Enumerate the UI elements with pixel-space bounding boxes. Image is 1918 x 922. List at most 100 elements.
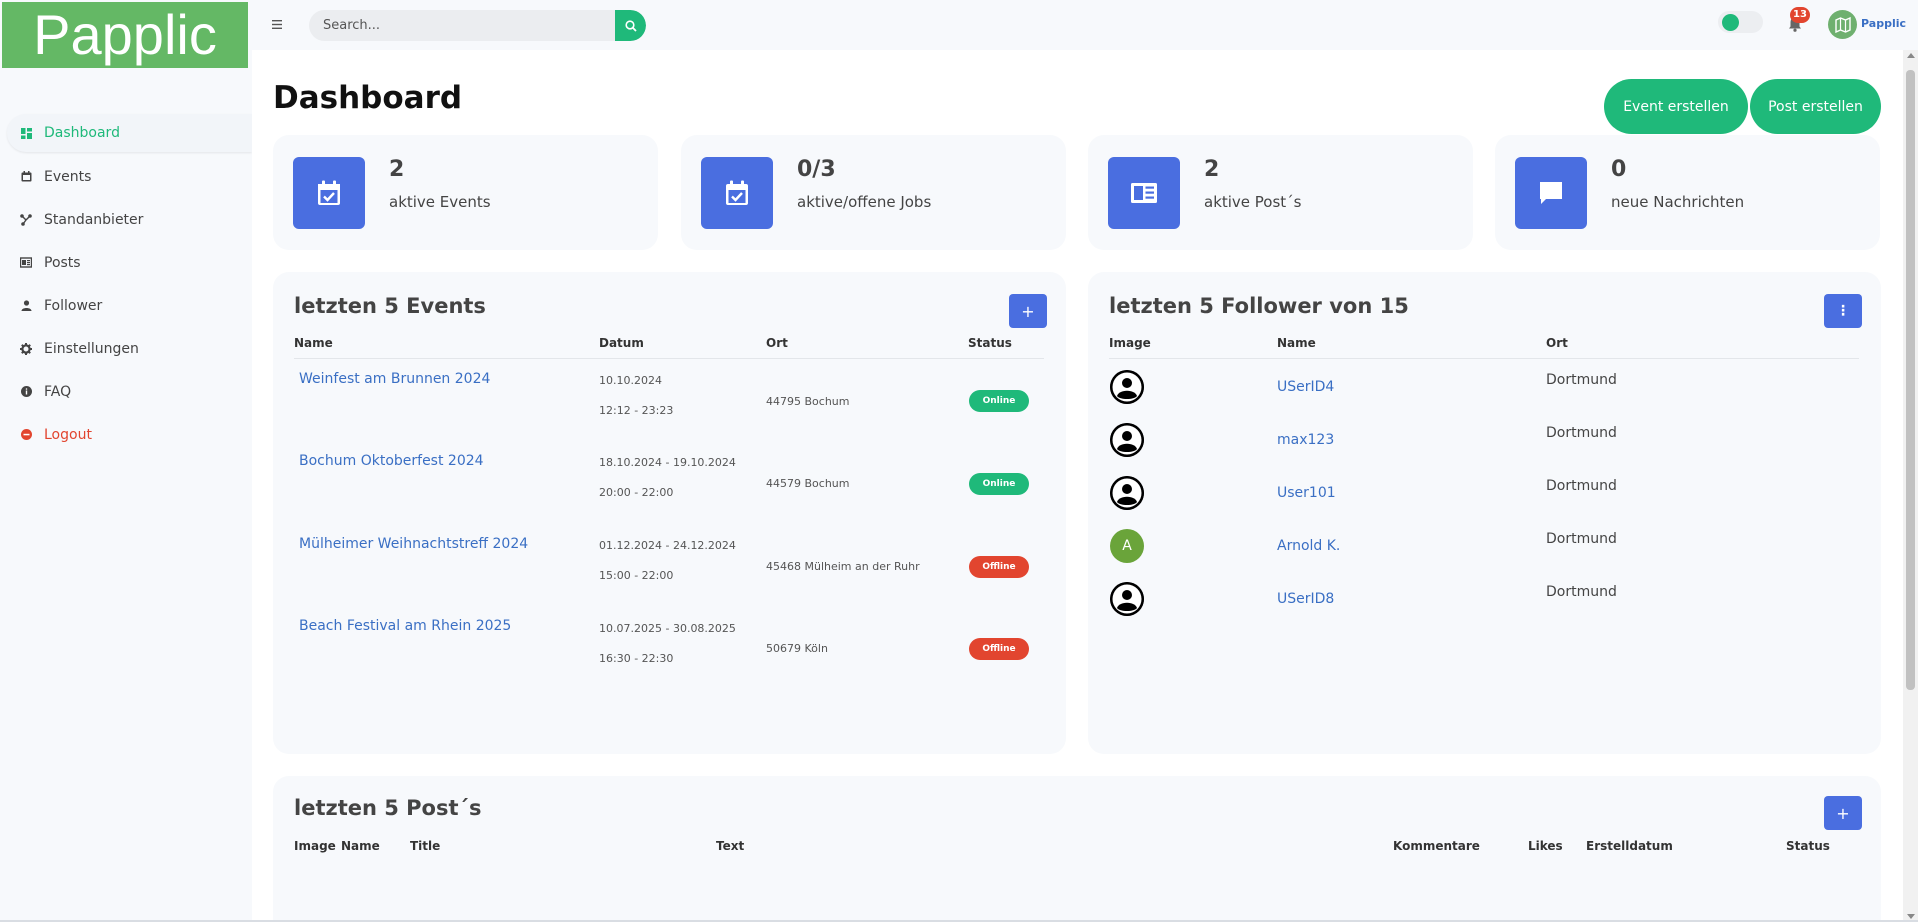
sidebar-item-follower[interactable]: Follower [0,284,252,327]
follower-ort: Dortmund [1546,584,1617,600]
event-ort: 50679 Köln [766,642,828,655]
event-date: 01.12.2024 - 24.12.2024 [599,539,736,552]
status-badge: Offline [969,638,1029,660]
default-user-icon [1110,423,1144,457]
add-post-button[interactable]: + [1824,796,1862,830]
menu-toggle-button[interactable] [272,14,282,33]
follower-ort: Dortmund [1546,531,1617,547]
default-user-icon [1110,370,1144,404]
stat-label: aktive Events [389,193,491,211]
sidebar-item-einstellungen[interactable]: Einstellungen [0,327,252,370]
scroll-up-arrow-icon[interactable] [1907,53,1915,58]
avatar: A [1110,529,1144,563]
create-post-button[interactable]: Post erstellen [1750,79,1881,134]
sidebar-item-label: FAQ [44,383,72,400]
toggle-knob [1722,14,1739,31]
add-event-button[interactable]: + [1009,294,1047,328]
sidebar-item-standanbieter[interactable]: Standanbieter [0,198,252,241]
page-scrollbar[interactable] [1903,50,1918,922]
panel-title: letzten 5 Post´s [294,796,482,820]
event-ort: 45468 Mülheim an der Ruhr [766,560,920,573]
search-bar [309,10,646,41]
event-time: 16:30 - 22:30 [599,652,674,665]
follower-name-link[interactable]: USerID4 [1277,379,1334,395]
sidebar-item-label: Einstellungen [44,340,139,357]
stat-value: 2 [389,157,405,182]
column-header-datum: Datum [599,336,644,350]
sidebar-item-label: Standanbieter [44,211,144,228]
column-header-name: Name [294,336,333,350]
sidebar-item-faq[interactable]: FAQ [0,370,252,413]
posts-panel: letzten 5 Post´s + Image Name Title Text… [273,776,1881,922]
sidebar-item-label: Logout [44,426,92,443]
search-input[interactable] [309,10,609,41]
notification-badge: 13 [1790,7,1810,23]
stat-card-events[interactable]: 2 aktive Events [273,135,658,250]
follower-ort: Dortmund [1546,425,1617,441]
avatar [1110,370,1144,404]
event-date: 18.10.2024 - 19.10.2024 [599,456,736,469]
event-name-link[interactable]: Weinfest am Brunnen 2024 [299,371,490,387]
followers-menu-button[interactable]: ⋮ [1824,294,1862,328]
column-header-image: Image [294,839,336,853]
theme-toggle[interactable] [1718,11,1763,33]
stat-value: 0/3 [797,157,836,182]
panel-title: letzten 5 Follower von 15 [1109,294,1409,318]
sidebar-nav: Dashboard Events Standanbieter Posts Fol… [0,112,252,456]
logout-icon [20,429,32,441]
sidebar-item-dashboard[interactable]: Dashboard [7,114,252,152]
event-name-link[interactable]: Beach Festival am Rhein 2025 [299,618,511,634]
event-ort: 44795 Bochum [766,395,850,408]
column-header-text: Text [716,839,745,853]
sidebar-item-logout[interactable]: Logout [0,413,252,456]
sidebar-item-label: Follower [44,297,103,314]
sidebar: Papplic Dashboard Events Standanbieter P… [0,0,252,922]
page-title: Dashboard [273,80,463,116]
status-badge: Online [969,390,1029,412]
event-date: 10.07.2025 - 30.08.2025 [599,622,736,635]
stat-value: 2 [1204,157,1220,182]
avatar [1110,423,1144,457]
event-time: 20:00 - 22:00 [599,486,674,499]
stat-card-messages[interactable]: 0 neue Nachrichten [1495,135,1880,250]
follower-name-link[interactable]: USerID8 [1277,591,1334,607]
panel-title: letzten 5 Events [294,294,486,318]
dashboard-icon [20,127,32,139]
sidebar-item-label: Posts [44,254,81,271]
calendar-check-icon [701,157,773,229]
stat-card-posts[interactable]: 2 aktive Post´s [1088,135,1473,250]
sidebar-item-events[interactable]: Events [0,155,252,198]
status-badge: Online [969,473,1029,495]
follower-name-link[interactable]: max123 [1277,432,1334,448]
scrollbar-thumb[interactable] [1906,70,1915,690]
stat-card-jobs[interactable]: 0/3 aktive/offene Jobs [681,135,1066,250]
stat-label: neue Nachrichten [1611,193,1745,211]
user-avatar[interactable] [1828,10,1857,39]
avatar [1110,476,1144,510]
calendar-check-icon [293,157,365,229]
nodes-icon [20,213,32,226]
column-header-kommentare: Kommentare [1393,839,1480,853]
scroll-down-arrow-icon[interactable] [1907,914,1915,919]
stat-value: 0 [1611,157,1627,182]
follower-name-link[interactable]: User101 [1277,485,1336,501]
newspaper-icon [1108,157,1180,229]
event-time: 15:00 - 22:00 [599,569,674,582]
column-header-status: Status [1786,839,1830,853]
follower-name-link[interactable]: Arnold K. [1277,538,1340,554]
create-event-button[interactable]: Event erstellen [1604,79,1748,134]
event-name-link[interactable]: Mülheimer Weihnachtstreff 2024 [299,536,528,552]
search-button[interactable] [615,10,646,41]
sidebar-item-label: Events [44,168,92,185]
person-icon [20,300,32,312]
table-divider [294,358,1044,359]
column-header-name: Name [1277,336,1316,350]
user-name[interactable]: Papplic [1861,17,1906,30]
chat-icon [1515,157,1587,229]
app-logo[interactable]: Papplic [2,2,248,68]
column-header-erstelldatum: Erstelldatum [1586,839,1673,853]
sidebar-item-posts[interactable]: Posts [0,241,252,284]
map-icon [1834,16,1851,33]
sidebar-item-label: Dashboard [44,125,120,141]
event-name-link[interactable]: Bochum Oktoberfest 2024 [299,453,484,469]
